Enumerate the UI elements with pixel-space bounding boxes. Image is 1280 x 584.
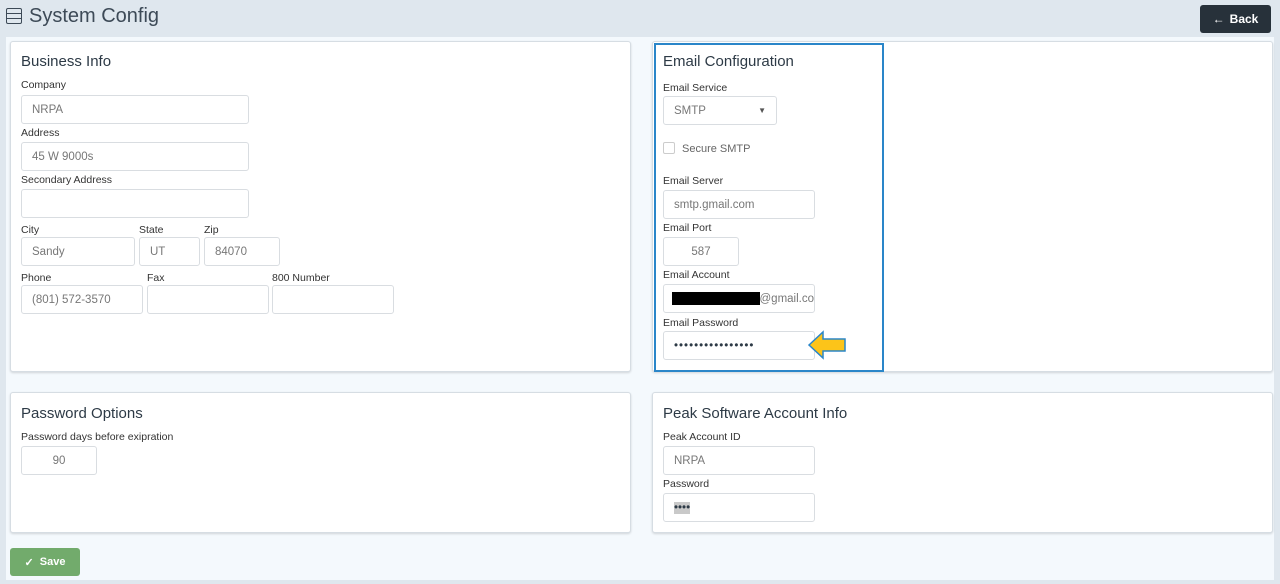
email-service-select[interactable]: SMTP ▼ bbox=[663, 96, 777, 125]
password-days-label: Password days before exipration bbox=[21, 431, 174, 443]
peak-id-input[interactable]: NRPA bbox=[663, 446, 815, 475]
zip-label: Zip bbox=[204, 224, 219, 236]
password-options-title: Password Options bbox=[21, 405, 143, 422]
email-server-label: Email Server bbox=[663, 175, 724, 187]
email-config-title: Email Configuration bbox=[663, 53, 794, 70]
state-label: State bbox=[139, 224, 164, 236]
page-title: System Config bbox=[29, 5, 160, 27]
secure-smtp-label: Secure SMTP bbox=[682, 143, 751, 155]
save-button[interactable]: ✓ Save bbox=[10, 548, 80, 576]
arrow-left-icon bbox=[807, 330, 846, 360]
email-server-input[interactable]: smtp.gmail.com bbox=[663, 190, 815, 219]
email-port-label: Email Port bbox=[663, 222, 712, 234]
peak-password-input[interactable]: •••• bbox=[663, 493, 815, 522]
redacted-block bbox=[672, 292, 760, 305]
peak-password-value: •••• bbox=[674, 501, 691, 514]
peak-id-label: Peak Account ID bbox=[663, 431, 741, 443]
email-password-input[interactable]: •••••••••••••••• bbox=[663, 331, 815, 360]
company-input[interactable]: NRPA bbox=[21, 95, 249, 124]
toll-free-label: 800 Number bbox=[272, 272, 330, 284]
address-label: Address bbox=[21, 127, 60, 139]
phone-label: Phone bbox=[21, 272, 52, 284]
password-days-input[interactable]: 90 bbox=[21, 446, 97, 475]
address-input[interactable]: 45 W 9000s bbox=[21, 142, 249, 171]
zip-input[interactable]: 84070 bbox=[204, 237, 280, 266]
arrow-left-icon: ← bbox=[1212, 12, 1225, 26]
business-info-title: Business Info bbox=[21, 53, 112, 70]
fax-input[interactable] bbox=[147, 285, 269, 314]
city-input[interactable]: Sandy bbox=[21, 237, 135, 266]
back-button[interactable]: ← Back bbox=[1200, 5, 1271, 33]
email-password-label: Email Password bbox=[663, 317, 739, 329]
email-account-suffix: @gmail.co bbox=[759, 292, 815, 305]
check-icon: ✓ bbox=[24, 556, 34, 569]
city-label: City bbox=[21, 224, 40, 236]
peak-password-label: Password bbox=[663, 478, 710, 490]
phone-input[interactable]: (801) 572-3570 bbox=[21, 285, 143, 314]
state-input[interactable]: UT bbox=[139, 237, 200, 266]
secondary-address-input[interactable] bbox=[21, 189, 249, 218]
caret-down-icon: ▼ bbox=[758, 106, 766, 115]
email-service-value: SMTP bbox=[674, 104, 706, 117]
peak-account-title: Peak Software Account Info bbox=[663, 405, 848, 422]
company-label: Company bbox=[21, 79, 66, 91]
toll-free-input[interactable] bbox=[272, 285, 394, 314]
secondary-address-label: Secondary Address bbox=[21, 174, 113, 186]
server-icon bbox=[6, 8, 22, 24]
email-account-input[interactable]: @gmail.co bbox=[663, 284, 815, 313]
email-port-input[interactable]: 587 bbox=[663, 237, 739, 266]
secure-smtp-checkbox[interactable] bbox=[663, 142, 675, 154]
fax-label: Fax bbox=[147, 272, 165, 284]
email-service-label: Email Service bbox=[663, 82, 728, 94]
email-account-label: Email Account bbox=[663, 269, 730, 281]
